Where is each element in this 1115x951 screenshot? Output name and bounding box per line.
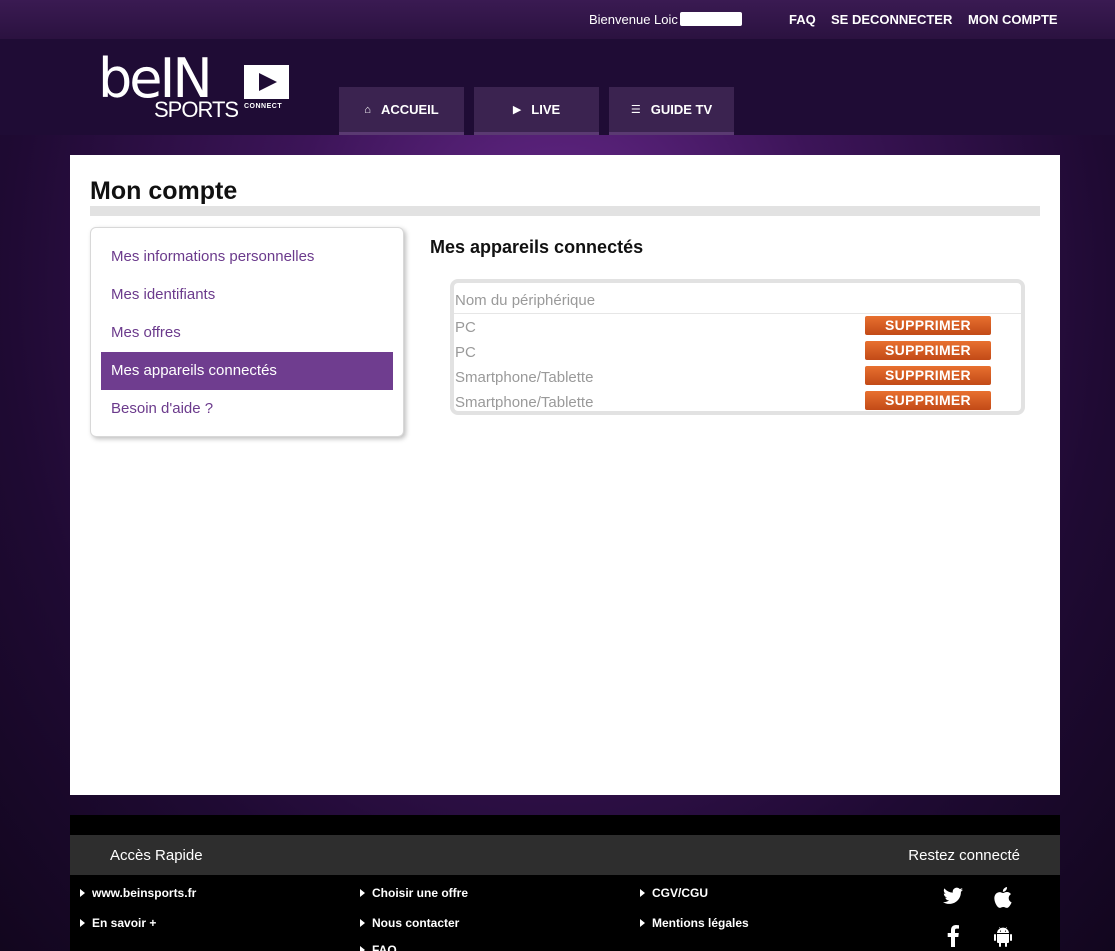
- twitter-icon[interactable]: [941, 887, 965, 911]
- delete-button[interactable]: SUPPRIMER: [865, 391, 991, 410]
- logo-connect: CONNECT: [244, 103, 283, 110]
- link-label: CGV/CGU: [652, 886, 709, 900]
- arrow-icon: [360, 889, 365, 897]
- logo-play-icon: [244, 65, 289, 99]
- footer-top-strip: [70, 815, 1060, 835]
- quick-access-heading: Accès Rapide: [110, 847, 203, 864]
- android-icon[interactable]: [991, 927, 1015, 951]
- devices-table: Nom du périphérique PC SUPPRIMER PC SUPP…: [450, 279, 1025, 415]
- footer-link-en-savoir-plus[interactable]: En savoir +: [80, 916, 156, 930]
- table-row: PC SUPPRIMER: [455, 340, 1015, 365]
- apple-icon[interactable]: [991, 887, 1015, 914]
- tab-label: ACCUEIL: [380, 102, 439, 117]
- arrow-icon: [80, 889, 85, 897]
- device-name: Smartphone/Tablette: [455, 369, 594, 386]
- device-name: PC: [455, 319, 476, 336]
- main-content: Mon compte Mes informations personnelles…: [70, 155, 1060, 795]
- home-icon: ⌂: [364, 103, 371, 116]
- footer-link-faq[interactable]: FAQ: [360, 943, 397, 951]
- tab-live[interactable]: ▶ LIVE: [474, 87, 599, 135]
- bein-sports-connect-logo[interactable]: beIN SPORTS CONNECT: [98, 47, 298, 123]
- footer-link-contact[interactable]: Nous contacter: [360, 916, 459, 930]
- facebook-icon[interactable]: [941, 925, 965, 951]
- link-label: www.beinsports.fr: [92, 886, 197, 900]
- delete-button[interactable]: SUPPRIMER: [865, 316, 991, 335]
- list-icon: ☰: [630, 104, 641, 116]
- footer-link-legal[interactable]: Mentions légales: [640, 916, 749, 930]
- play-icon: ▶: [512, 104, 522, 116]
- column-header: Nom du périphérique: [454, 288, 1021, 314]
- link-label: FAQ: [372, 943, 397, 951]
- table-row: PC SUPPRIMER: [455, 315, 1015, 340]
- link-label: Choisir une offre: [372, 886, 469, 900]
- menu-item-credentials[interactable]: Mes identifiants: [101, 276, 393, 314]
- footer-link-choose-offer[interactable]: Choisir une offre: [360, 886, 468, 900]
- arrow-icon: [360, 946, 365, 951]
- tab-label: LIVE: [531, 102, 561, 117]
- table-row: Smartphone/Tablette SUPPRIMER: [455, 390, 1015, 415]
- faq-link[interactable]: FAQ: [789, 12, 816, 27]
- redacted-username: [679, 12, 742, 26]
- logout-link[interactable]: SE DECONNECTER: [831, 12, 952, 27]
- arrow-icon: [360, 919, 365, 927]
- tab-accueil[interactable]: ⌂ ACCUEIL: [339, 87, 464, 135]
- delete-button[interactable]: SUPPRIMER: [865, 341, 991, 360]
- header: beIN SPORTS CONNECT ⌂ ACCUEIL ▶ LIVE ☰ G…: [0, 39, 1115, 135]
- table-row: Smartphone/Tablette SUPPRIMER: [455, 365, 1015, 390]
- footer-link-cgv[interactable]: CGV/CGU: [640, 886, 708, 900]
- page-title: Mon compte: [90, 177, 238, 205]
- title-divider: [90, 206, 1040, 216]
- welcome-label: Bienvenue Loic: [589, 12, 678, 27]
- section-title: Mes appareils connectés: [430, 237, 644, 257]
- link-label: Mentions légales: [652, 916, 749, 930]
- account-menu: Mes informations personnelles Mes identi…: [90, 227, 404, 437]
- footer-links: www.beinsports.fr En savoir + Choisir un…: [70, 875, 1060, 951]
- arrow-icon: [640, 889, 645, 897]
- link-label: En savoir +: [92, 916, 157, 930]
- welcome-text: Bienvenue Loic: [589, 12, 742, 27]
- device-name: PC: [455, 344, 476, 361]
- delete-button[interactable]: SUPPRIMER: [865, 366, 991, 385]
- tab-guide-tv[interactable]: ☰ GUIDE TV: [609, 87, 734, 135]
- arrow-icon: [640, 919, 645, 927]
- link-label: Nous contacter: [372, 916, 460, 930]
- logo-sports: SPORTS: [154, 97, 239, 122]
- menu-item-offers[interactable]: Mes offres: [101, 314, 393, 352]
- footer-link-beinsports[interactable]: www.beinsports.fr: [80, 886, 196, 900]
- menu-item-personal-info[interactable]: Mes informations personnelles: [101, 238, 393, 276]
- device-name: Smartphone/Tablette: [455, 394, 594, 411]
- tab-label: GUIDE TV: [650, 102, 713, 117]
- arrow-icon: [80, 919, 85, 927]
- stay-connected-heading: Restez connecté: [908, 847, 1020, 864]
- top-bar: Bienvenue Loic FAQ SE DECONNECTER MON CO…: [0, 0, 1115, 39]
- menu-item-help[interactable]: Besoin d'aide ?: [101, 390, 393, 428]
- my-account-link[interactable]: MON COMPTE: [968, 12, 1058, 27]
- footer-heading-bar: Accès Rapide Restez connecté: [70, 835, 1060, 875]
- menu-item-connected-devices[interactable]: Mes appareils connectés: [101, 352, 393, 390]
